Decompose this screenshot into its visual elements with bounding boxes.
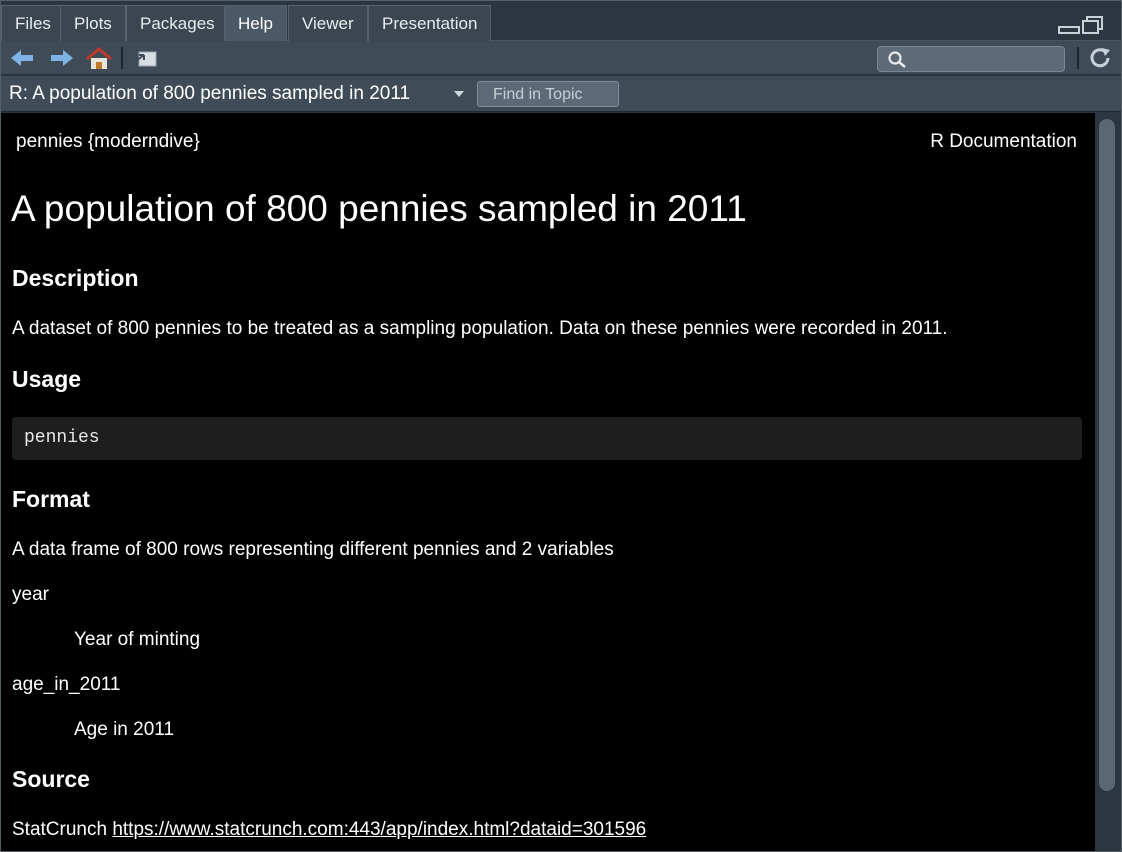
tab-files[interactable]: Files	[1, 5, 65, 41]
source-prefix: StatCrunch	[12, 819, 108, 840]
search-input[interactable]	[912, 49, 1060, 69]
minimize-icon[interactable]	[1058, 26, 1080, 34]
scrollbar-thumb[interactable]	[1099, 119, 1115, 791]
variable-description: Age in 2011	[74, 719, 175, 740]
package-reference: pennies {moderndive}	[16, 131, 200, 152]
variable-name: age_in_2011	[12, 674, 121, 695]
tab-presentation[interactable]: Presentation	[368, 5, 492, 41]
open-in-new-window-icon[interactable]	[133, 47, 159, 69]
usage-code-block: pennies	[12, 417, 1082, 460]
tab-help[interactable]: Help	[224, 5, 287, 41]
toolbar-separator	[121, 47, 123, 69]
help-search-box[interactable]	[877, 46, 1065, 72]
source-text: StatCrunch https://www.statcrunch.com:44…	[12, 819, 646, 841]
tab-plots[interactable]: Plots	[60, 5, 126, 41]
toolbar-separator	[1077, 47, 1079, 69]
variable-name: year	[12, 584, 49, 605]
maximize-icon[interactable]	[1082, 16, 1103, 34]
page-title: A population of 800 pennies sampled in 2…	[11, 188, 747, 229]
description-heading: Description	[12, 265, 139, 291]
forward-arrow-icon[interactable]	[49, 47, 75, 69]
usage-code: pennies	[24, 428, 100, 448]
chevron-down-icon[interactable]	[454, 91, 464, 97]
source-link[interactable]: https://www.statcrunch.com:443/app/index…	[112, 819, 646, 840]
tab-viewer[interactable]: Viewer	[288, 5, 368, 41]
refresh-icon[interactable]	[1089, 47, 1115, 69]
format-text: A data frame of 800 rows representing di…	[12, 539, 614, 560]
vertical-scrollbar[interactable]	[1095, 113, 1121, 851]
topic-selector[interactable]: R: A population of 800 pennies sampled i…	[9, 83, 410, 105]
search-icon	[888, 51, 906, 68]
help-pane: Files Plots Packages Help Viewer Present…	[0, 0, 1122, 852]
doc-source-label: R Documentation	[930, 131, 1077, 152]
source-heading: Source	[12, 766, 90, 792]
help-toolbar	[1, 41, 1121, 75]
help-content: pennies {moderndive} R Documentation A p…	[1, 113, 1095, 851]
description-text: A dataset of 800 pennies to be treated a…	[12, 318, 948, 339]
topic-bar: R: A population of 800 pennies sampled i…	[1, 76, 1121, 112]
window-controls	[1057, 15, 1107, 37]
home-icon[interactable]	[85, 47, 112, 69]
usage-heading: Usage	[12, 366, 82, 392]
tab-packages[interactable]: Packages	[126, 5, 229, 41]
back-arrow-icon[interactable]	[9, 47, 35, 69]
variable-description: Year of minting	[74, 629, 201, 650]
find-in-topic-button[interactable]: Find in Topic	[477, 81, 619, 107]
tab-bar: Files Plots Packages Help Viewer Present…	[1, 1, 1121, 41]
format-heading: Format	[12, 486, 90, 512]
